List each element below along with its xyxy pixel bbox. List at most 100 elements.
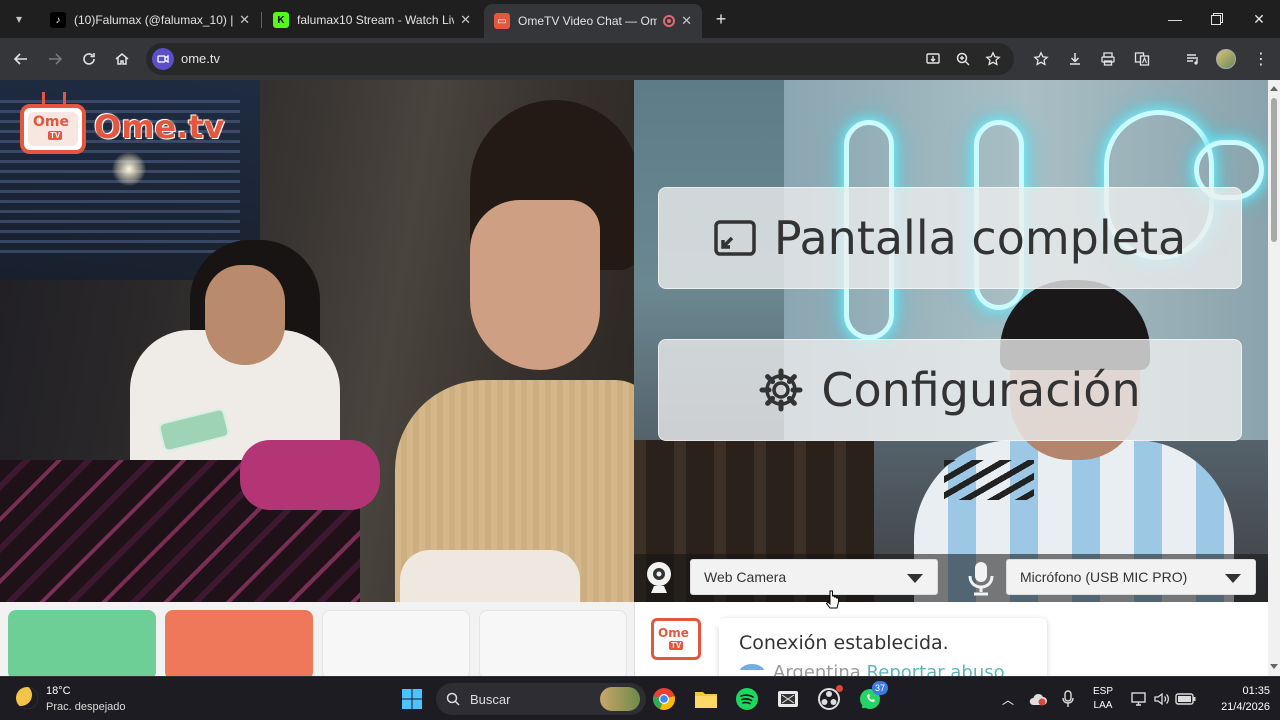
search-highlight-image [600, 687, 640, 711]
chat-country-line: Argentina Reportar abuso [739, 662, 1005, 676]
chrome-icon[interactable] [650, 685, 678, 713]
system-clock[interactable]: 01:35 21/4/2026 [1206, 683, 1270, 715]
chat-message: Conexión establecida. [739, 632, 949, 654]
weather-temp: 18°C [46, 685, 71, 697]
media-control-icon[interactable] [1180, 46, 1206, 72]
settings-button[interactable]: Configuración [658, 339, 1242, 441]
minimize-icon[interactable]: — [1154, 0, 1196, 38]
print-icon[interactable] [1095, 46, 1121, 72]
zoom-icon[interactable] [950, 46, 976, 72]
file-explorer-icon[interactable] [692, 685, 720, 713]
tab-title: (10)Falumax (@falumax_10) | Ti [74, 13, 234, 27]
clock-date: 21/4/2026 [1221, 701, 1270, 713]
home-icon[interactable] [109, 46, 135, 72]
capture-app-icon[interactable] [774, 685, 802, 713]
browser-toolbar: ome.tv ⋮ [0, 38, 1280, 80]
tab-ometv[interactable]: ▭ OmeTV Video Chat — Ome ✕ [484, 4, 702, 38]
bookmark-star-icon[interactable] [980, 46, 1006, 72]
webcam-icon [642, 560, 676, 596]
microphone-tray-icon[interactable] [1054, 685, 1082, 713]
whatsapp-icon[interactable]: 37 [856, 681, 888, 713]
country-name: Argentina [773, 662, 861, 676]
tab-title: falumax10 Stream - Watch Live [297, 13, 455, 27]
address-bar[interactable]: ome.tv [146, 43, 1014, 75]
bookmarks-icon[interactable] [1028, 46, 1054, 72]
ometv-page: Ome TV Ome.tv Pantalla completa Configur… [0, 80, 1280, 676]
chat-ometv-icon: Ome TV [651, 618, 701, 660]
mouse-cursor-icon [826, 590, 839, 609]
device-bar: Web Camera Micrófono (USB MIC PRO) [634, 554, 1268, 602]
start-button[interactable] [8, 610, 156, 676]
argentina-flag-icon [739, 664, 765, 676]
maximize-icon[interactable] [1196, 0, 1238, 38]
stop-button[interactable] [165, 610, 313, 676]
chevron-up-icon[interactable]: ︿ [994, 685, 1022, 713]
scroll-thumb[interactable] [1271, 98, 1277, 242]
tile-button[interactable] [479, 610, 627, 676]
new-tab-button[interactable]: + [710, 8, 732, 30]
forward-icon[interactable] [42, 46, 68, 72]
ometv-icon: ▭ [494, 13, 510, 29]
clock-time: 01:35 [1242, 685, 1270, 697]
spotify-icon[interactable] [733, 685, 761, 713]
chevron-down-icon [907, 574, 923, 583]
logo-wordmark: Ome.tv [94, 108, 225, 146]
microphone-icon [964, 560, 998, 596]
back-icon[interactable] [8, 46, 34, 72]
chat-message-bubble: Conexión establecida. Argentina Reportar… [709, 618, 1047, 676]
taskbar-search[interactable]: Buscar [436, 683, 646, 715]
fullscreen-label: Pantalla completa [773, 211, 1187, 265]
chat-panel: Ome TV Conexión establecida. Argentina R… [634, 602, 1268, 676]
local-video: Pantalla completa Configuración [634, 80, 1268, 602]
ometv-logo[interactable]: Ome TV Ome.tv [20, 92, 225, 156]
scroll-down-icon[interactable] [1270, 664, 1278, 669]
search-placeholder: Buscar [470, 691, 511, 707]
windows-start-icon[interactable] [398, 685, 426, 713]
obs-icon[interactable] [815, 685, 843, 713]
close-window-icon[interactable]: ✕ [1238, 0, 1280, 38]
tab-title: OmeTV Video Chat — Ome [518, 14, 658, 28]
camera-select-value: Web Camera [704, 569, 787, 585]
kick-icon: K [273, 12, 289, 28]
download-icon[interactable] [1062, 46, 1088, 72]
tab-tiktok[interactable]: ♪ (10)Falumax (@falumax_10) | Ti ✕ [40, 4, 260, 36]
tab-separator [261, 12, 262, 28]
scroll-up-icon[interactable] [1270, 86, 1278, 91]
fullscreen-button[interactable]: Pantalla completa [658, 187, 1242, 289]
chevron-down-icon [1225, 574, 1241, 583]
camera-select[interactable]: Web Camera [690, 559, 938, 595]
notification-dot [836, 685, 843, 692]
tile-button[interactable] [322, 610, 470, 676]
settings-label: Configuración [821, 363, 1141, 417]
reload-icon[interactable] [76, 46, 102, 72]
close-tab-icon[interactable]: ✕ [239, 12, 250, 28]
profile-avatar-icon[interactable] [1213, 46, 1239, 72]
whatsapp-badge: 37 [871, 681, 888, 695]
search-icon [446, 692, 460, 706]
cloud-sync-icon[interactable] [1024, 685, 1052, 713]
weather-condition: Prac. despejado [46, 701, 126, 713]
moon-icon [16, 687, 38, 709]
report-abuse-link[interactable]: Reportar abuso [867, 662, 1005, 676]
control-tiles [0, 602, 634, 676]
microphone-select[interactable]: Micrófono (USB MIC PRO) [1006, 559, 1256, 595]
page-scrollbar[interactable] [1268, 80, 1280, 676]
recording-icon [663, 15, 676, 27]
translate-icon[interactable] [1129, 46, 1155, 72]
language-indicator[interactable]: ESP LAA [1088, 685, 1118, 713]
logo-tv-icon: Ome TV [20, 104, 86, 154]
remote-video[interactable]: Ome TV Ome.tv [0, 80, 634, 602]
tiktok-icon: ♪ [50, 12, 66, 28]
close-tab-icon[interactable]: ✕ [681, 13, 692, 29]
install-app-icon[interactable] [920, 46, 946, 72]
battery-icon[interactable] [1172, 685, 1200, 713]
menu-dots-icon[interactable]: ⋮ [1248, 46, 1274, 72]
tab-kick[interactable]: K falumax10 Stream - Watch Live ✕ [263, 4, 481, 36]
windows-taskbar: 18°C Prac. despejado Buscar 37 ︿ ESP LAA [0, 676, 1280, 720]
site-info-icon[interactable] [152, 48, 174, 70]
tab-search-button[interactable]: ▾ [6, 6, 32, 32]
close-tab-icon[interactable]: ✕ [460, 12, 471, 28]
fullscreen-icon [714, 220, 756, 256]
gear-icon [759, 368, 803, 412]
microphone-select-value: Micrófono (USB MIC PRO) [1020, 569, 1188, 585]
